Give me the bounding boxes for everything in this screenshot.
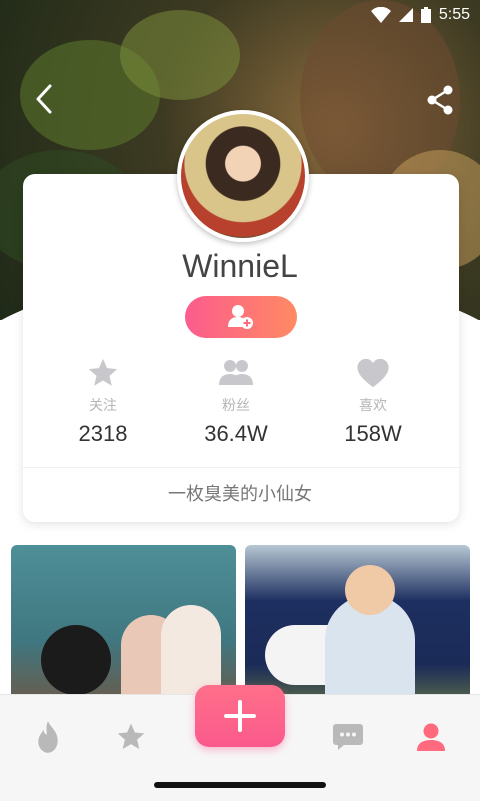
username: WinnieL <box>182 248 298 284</box>
back-button[interactable] <box>30 84 60 114</box>
stat-fans[interactable]: 粉丝 36.4W <box>176 355 296 447</box>
battery-icon <box>420 7 431 23</box>
chat-icon <box>333 724 363 750</box>
stat-label: 粉丝 <box>222 398 250 414</box>
fans-icon <box>219 360 253 385</box>
tab-messages[interactable] <box>328 717 368 757</box>
card-divider <box>23 467 459 468</box>
wifi-icon <box>370 7 391 23</box>
stat-value: 36.4W <box>204 421 268 446</box>
star-icon <box>117 723 145 749</box>
status-bar: 5:55 <box>0 0 480 32</box>
tab-favorites[interactable] <box>111 717 151 757</box>
add-post-button[interactable] <box>195 685 285 747</box>
home-indicator[interactable] <box>154 782 326 788</box>
profile-bio: 一枚臭美的小仙女 <box>168 484 312 505</box>
tab-me[interactable] <box>411 717 451 757</box>
post-thumbnail[interactable] <box>11 545 236 705</box>
avatar[interactable] <box>177 110 309 242</box>
add-user-icon <box>228 305 253 329</box>
signal-icon <box>398 8 413 22</box>
stat-label: 喜欢 <box>359 398 387 414</box>
person-icon <box>417 723 445 751</box>
flame-icon <box>38 721 58 753</box>
plus-icon <box>224 700 256 732</box>
status-time: 5:55 <box>438 6 470 23</box>
heart-icon <box>357 358 389 388</box>
post-thumbnail[interactable] <box>245 545 470 705</box>
chevron-left-icon <box>36 84 52 114</box>
share-button[interactable] <box>424 84 456 116</box>
stat-following[interactable]: 关注 2318 <box>43 355 163 447</box>
profile-stats: 关注 2318 粉丝 36.4W 喜欢 158W <box>23 355 459 455</box>
stat-likes[interactable]: 喜欢 158W <box>313 355 433 447</box>
star-icon <box>88 358 118 386</box>
share-icon <box>427 85 453 115</box>
stat-value: 2318 <box>78 421 128 446</box>
tab-hot[interactable] <box>28 717 68 757</box>
stat-label: 关注 <box>89 398 117 414</box>
stat-value: 158W <box>344 421 402 446</box>
follow-button[interactable] <box>185 296 297 338</box>
